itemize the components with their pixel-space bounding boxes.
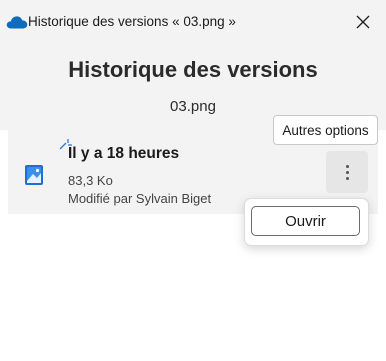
onedrive-cloud-icon — [6, 16, 28, 29]
version-time: Il y a 18 heures — [68, 145, 180, 162]
open-button[interactable]: Ouvrir — [251, 206, 360, 236]
close-icon — [356, 15, 370, 29]
window-title: Historique des versions « 03.png » — [28, 14, 236, 29]
page-title: Historique des versions — [68, 57, 318, 82]
more-options-button[interactable] — [326, 151, 368, 193]
context-menu: Ouvrir — [244, 198, 369, 246]
image-file-icon — [25, 165, 43, 185]
more-vertical-icon — [346, 165, 349, 168]
title-bar: Historique des versions « 03.png » — [0, 0, 386, 44]
more-vertical-icon — [346, 171, 349, 174]
version-size: 83,3 Ko — [68, 173, 113, 188]
version-modified-by: Modifié par Sylvain Biget — [68, 191, 212, 206]
more-vertical-icon — [346, 177, 349, 180]
file-name: 03.png — [170, 98, 216, 115]
close-button[interactable] — [340, 0, 386, 44]
more-options-tooltip: Autres options — [273, 115, 378, 145]
